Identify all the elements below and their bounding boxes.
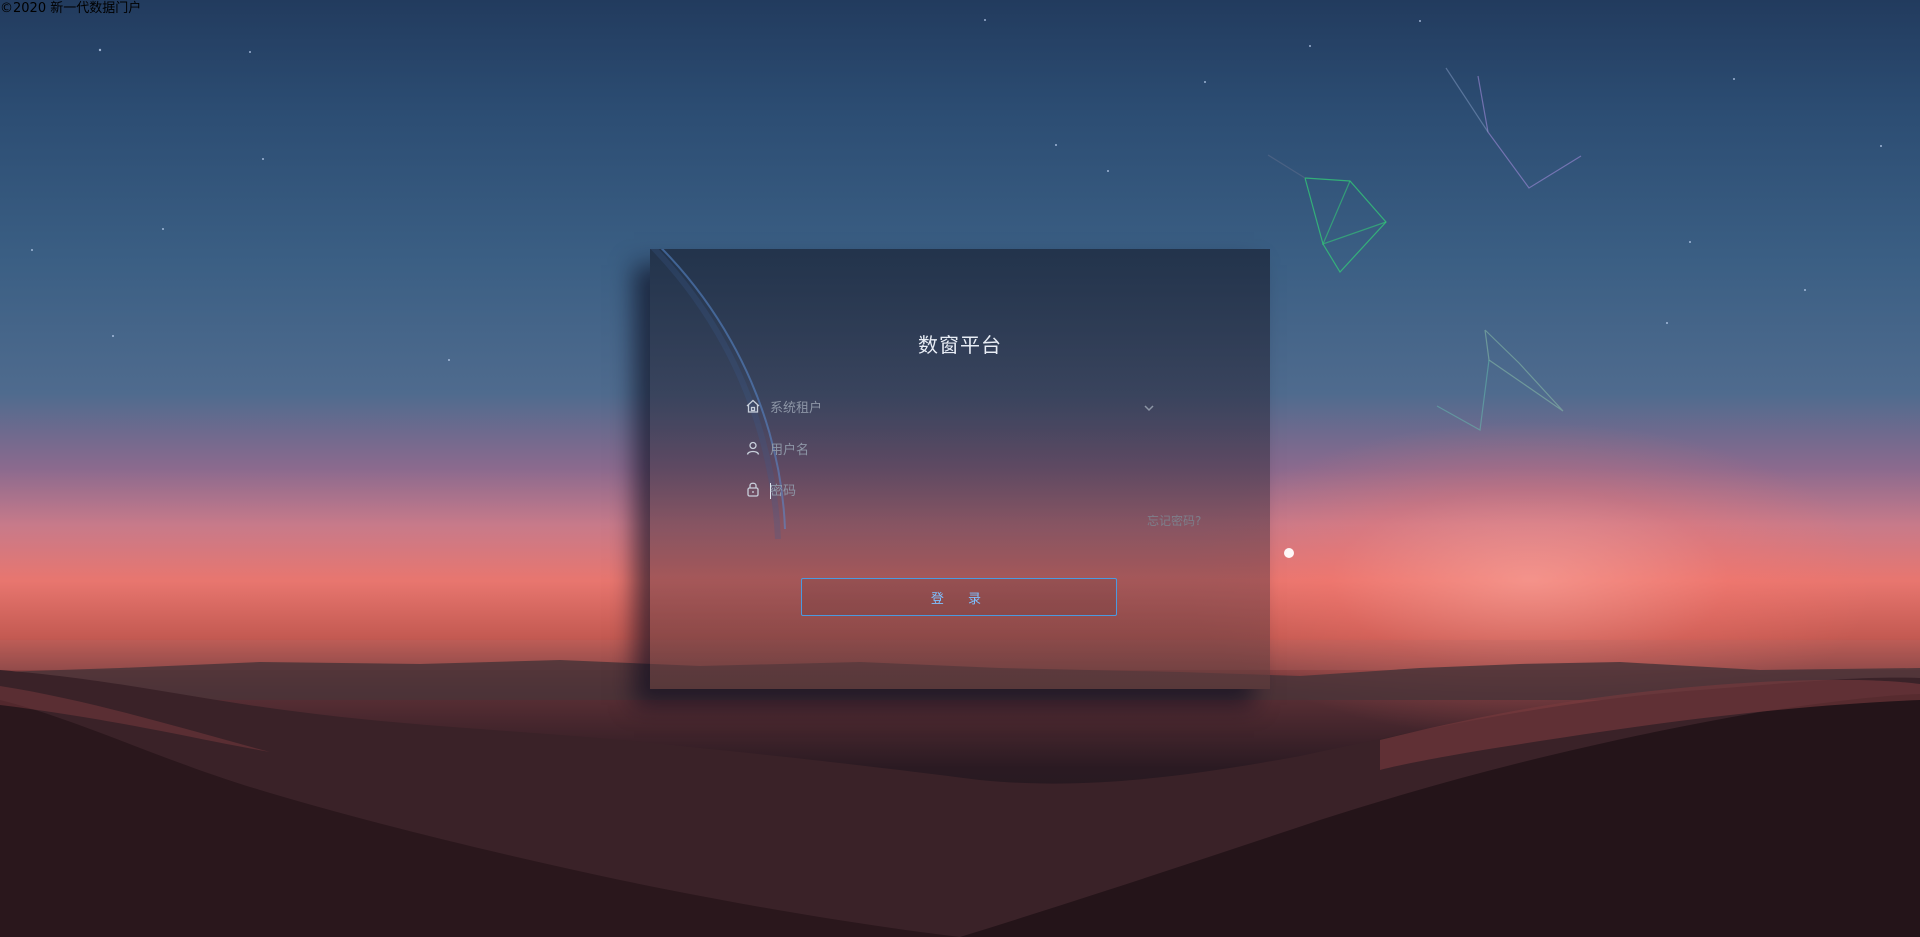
- password-row: [745, 478, 1155, 504]
- login-button[interactable]: 登 录: [801, 578, 1117, 616]
- tenant-field[interactable]: [770, 395, 1150, 421]
- tenant-select[interactable]: [745, 395, 1155, 421]
- constellation-lines: [1267, 67, 1582, 431]
- copyright-footer: ©2020 新一代数据门户: [0, 1, 142, 16]
- moon: [1284, 548, 1294, 558]
- login-panel: 数窗平台 系统租户 用户名 忘记密码? 登 录: [650, 249, 1270, 689]
- page-title: 数窗平台: [918, 333, 1002, 357]
- lock-icon: [745, 481, 761, 497]
- home-icon: [745, 398, 761, 414]
- forgot-password-link[interactable]: 忘记密码?: [1147, 512, 1201, 529]
- decorative-arc: [650, 249, 786, 540]
- password-input[interactable]: [770, 478, 1150, 504]
- username-input[interactable]: [770, 437, 1150, 463]
- username-row: [745, 437, 1155, 463]
- chevron-down-icon[interactable]: [1143, 399, 1155, 412]
- user-icon: [745, 440, 761, 456]
